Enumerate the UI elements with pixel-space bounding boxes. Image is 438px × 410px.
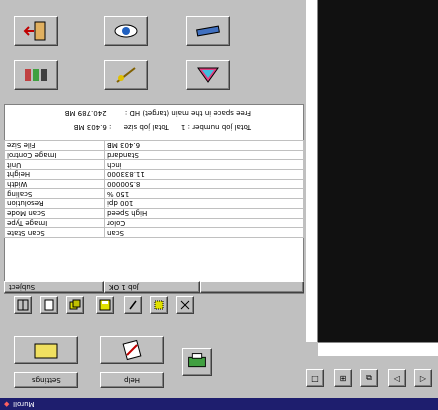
toolbar-button-1[interactable]	[14, 296, 32, 314]
next-button[interactable]: ▷	[414, 369, 432, 387]
table-row: File Size 6.403 MB	[4, 140, 304, 151]
table-row: Scan State Scan	[4, 227, 304, 238]
toolbar-button-5[interactable]	[124, 296, 142, 314]
app-window: Free space in the main (target) HD : 240…	[0, 0, 438, 410]
property-value: 8.500000	[107, 180, 141, 189]
table-row: Height 11.833000	[4, 169, 304, 180]
select-icon	[154, 300, 164, 310]
property-label: Image Type	[7, 218, 48, 227]
exit-door-icon	[23, 21, 46, 41]
property-label: Image Control	[7, 151, 57, 160]
color-bars-button[interactable]	[14, 60, 58, 90]
square-icon: □	[311, 373, 319, 383]
property-value: Color	[107, 218, 126, 227]
folder-button[interactable]	[14, 336, 78, 364]
ruler-icon	[196, 25, 220, 37]
property-label: File Size	[7, 141, 36, 150]
color-bars-icon	[25, 69, 47, 81]
table-row: Scan Mode High Speed	[4, 207, 304, 219]
taskbar-label: MuroII	[13, 400, 36, 408]
multi-page-icon: ⧉	[366, 373, 372, 382]
fit-view-button[interactable]: □	[306, 369, 324, 387]
table-row: Image Type Color	[4, 217, 304, 229]
property-value: 11.833000	[107, 170, 145, 179]
zoom-icon: ⊞	[339, 373, 347, 383]
prev-button[interactable]: ◁	[388, 369, 406, 387]
color-triangle-button[interactable]	[186, 60, 230, 90]
toolbar-button-3[interactable]	[66, 296, 84, 314]
arrow-left-icon: ◁	[393, 373, 401, 383]
print-button[interactable]	[182, 348, 212, 376]
arrow-right-icon: ▷	[419, 373, 427, 383]
property-value: inch	[107, 160, 122, 169]
ruler-button[interactable]	[186, 16, 230, 46]
table-row: Unit inch	[4, 159, 304, 171]
empty-header	[200, 281, 304, 293]
property-value: Scan	[107, 228, 125, 237]
property-value: 6.403 MB	[107, 141, 141, 150]
property-value: High Speed	[107, 209, 148, 218]
job-header[interactable]: Job 1 OK	[104, 281, 200, 293]
toolbar-button-2[interactable]	[40, 296, 58, 314]
save-icon	[99, 299, 111, 311]
grid-icon	[17, 299, 29, 311]
zoom-out-button[interactable]: ⧉	[360, 369, 378, 387]
eye-icon	[114, 24, 138, 38]
subject-header[interactable]: Subject	[4, 281, 104, 293]
property-value: 150 %	[107, 189, 130, 198]
property-label: Unit	[7, 160, 22, 169]
preview-button[interactable]	[104, 16, 148, 46]
vertical-ruler	[306, 0, 318, 342]
property-label: Height	[7, 170, 31, 179]
total-job-size-label: Total job size	[123, 123, 169, 131]
property-label: Width	[7, 180, 28, 189]
folder-icon	[34, 343, 58, 359]
zoom-in-button[interactable]: ⊞	[334, 369, 352, 387]
total-job-number: Total job number : 1	[180, 123, 251, 131]
edit-document-icon	[122, 339, 142, 361]
free-space-row: Free space in the main (target) HD : 240…	[11, 109, 251, 117]
table-header: Subject Job 1 OK	[4, 281, 304, 293]
color-triangle-icon	[197, 67, 219, 83]
taskbar[interactable]: ◆ MuroII	[0, 398, 438, 410]
app-icon: ◆	[4, 400, 10, 408]
property-value: 100 dpi	[107, 199, 134, 208]
page-icon	[44, 299, 54, 311]
table-row: Image Control Standard	[4, 149, 304, 161]
table-row: Resolution 100 dpi	[4, 198, 304, 209]
edit-button[interactable]	[100, 336, 164, 364]
pen-icon	[129, 300, 137, 310]
job-properties-table: File Size 6.403 MB Image Control Standard …	[4, 140, 304, 238]
free-space-value: 240.789 MB	[64, 109, 107, 117]
property-value: Standard	[107, 151, 139, 160]
total-job-size-value: : 6.403 MB	[73, 123, 112, 131]
property-label: Scaling	[7, 189, 33, 198]
property-label: Resolution	[7, 199, 44, 208]
preview-area[interactable]	[318, 0, 438, 342]
table-row: Scaling 150 %	[4, 188, 304, 200]
toolbar-button-4[interactable]	[96, 296, 114, 314]
tools-icon	[116, 67, 136, 83]
exit-button[interactable]	[14, 16, 58, 46]
tools-button[interactable]	[104, 60, 148, 90]
printer-icon	[188, 353, 206, 368]
table-row: Width 8.500000	[4, 178, 304, 190]
job-summary-row: Total job number : 1 Total job size : 6.…	[11, 123, 251, 131]
free-space-label: Free space in the main (target) HD :	[124, 109, 251, 117]
close-icon	[180, 300, 190, 310]
settings-button[interactable]: Settings	[14, 372, 78, 388]
property-label: Scan Mode	[7, 209, 46, 218]
property-label: Scan State	[7, 228, 45, 237]
toolbar-button-7[interactable]	[176, 296, 194, 314]
layers-icon	[69, 299, 81, 310]
toolbar-button-6[interactable]	[150, 296, 168, 314]
help-button[interactable]: Help	[100, 372, 164, 388]
horizontal-ruler	[318, 342, 438, 356]
